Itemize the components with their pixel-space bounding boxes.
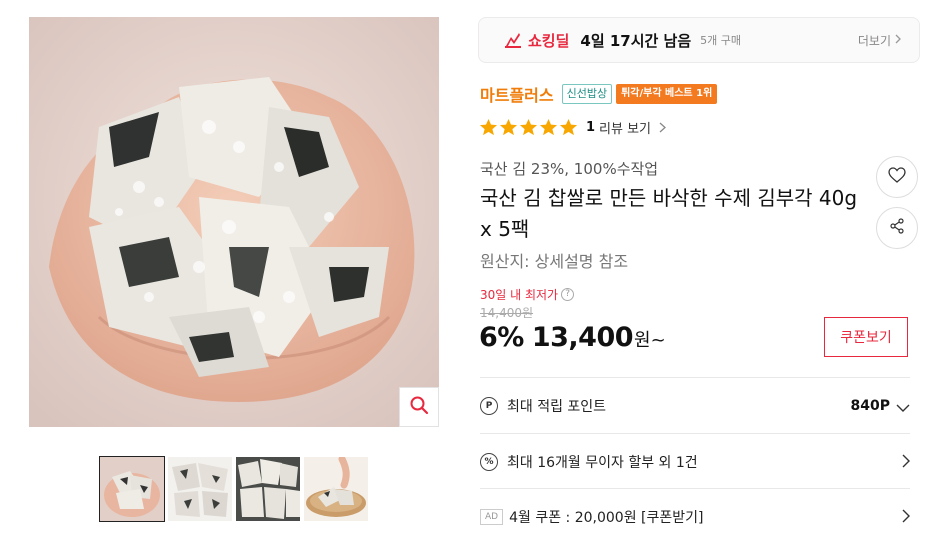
star-rating (479, 118, 578, 137)
deal-brand-label: 쇼킹딜 (528, 31, 570, 50)
chevron-right-icon (902, 508, 910, 527)
product-origin: 원산지: 상세설명 참조 (480, 252, 629, 271)
points-value: 840P (850, 398, 890, 414)
badge-fresh: 신선밥상 (561, 84, 613, 104)
star-icon (539, 118, 558, 136)
deal-buy-count: 5개 구매 (700, 34, 742, 47)
product-subtitle: 국산 김 23%, 100%수작업 (480, 160, 659, 178)
price-unit: 원~ (634, 330, 666, 351)
chevron-right-icon (659, 118, 667, 137)
shocking-deal-bar[interactable]: 쇼킹딜 4일 17시간 남음 5개 구매 더보기 (478, 17, 920, 63)
divider (480, 488, 910, 489)
ad-tag: AD (480, 509, 504, 525)
star-icon (479, 118, 498, 136)
thumbnail-1[interactable] (99, 456, 165, 522)
points-row[interactable]: P 최대 적립 포인트 840P (480, 391, 910, 421)
share-icon (889, 218, 905, 238)
installment-row[interactable]: % 최대 16개월 무이자 할부 외 1건 (480, 447, 910, 477)
thumbnail-3[interactable] (236, 457, 300, 521)
coupon-label: 4월 쿠폰 : 20,000원 [쿠폰받기] (509, 510, 704, 526)
share-button[interactable] (876, 207, 918, 249)
seller-row: 마트플러스 신선밥상 튀각/부각 베스트 1위 (480, 82, 718, 106)
star-icon (559, 118, 578, 136)
seller-name[interactable]: 마트플러스 (480, 82, 554, 106)
lowest-price-label: 30일 내 최저가 (480, 288, 559, 302)
discount-rate: 6% (479, 322, 524, 353)
divider (480, 377, 910, 378)
thumbnail-4[interactable] (304, 457, 368, 521)
review-link-label: 리뷰 보기 (599, 122, 652, 137)
points-label: 최대 적립 포인트 (507, 399, 607, 415)
sale-price: 13,400 (531, 322, 634, 353)
coupon-row[interactable]: AD 4월 쿠폰 : 20,000원 [쿠폰받기] (480, 502, 910, 532)
original-price: 14,400원 (480, 306, 534, 320)
lowest-price-row: 30일 내 최저가 ? (480, 286, 575, 303)
badge-best-rank[interactable]: 튀각/부각 베스트 1위 (616, 84, 718, 104)
installment-label: 최대 16개월 무이자 할부 외 1건 (507, 455, 698, 471)
star-icon (519, 118, 538, 136)
deal-more-link[interactable]: 더보기 (858, 32, 901, 49)
chevron-down-icon (896, 397, 910, 416)
divider (480, 433, 910, 434)
chevron-right-icon (895, 33, 901, 47)
zoom-button[interactable] (399, 387, 439, 427)
price-row: 6% 13,400 원~ (479, 322, 666, 353)
point-icon: P (480, 397, 498, 415)
wishlist-button[interactable] (876, 156, 918, 198)
star-icon (499, 118, 518, 136)
review-count: 1 (586, 120, 596, 135)
percent-icon: % (480, 453, 498, 471)
heart-icon (888, 167, 906, 187)
thumbnail-2[interactable] (168, 457, 232, 521)
magnifier-icon (409, 395, 429, 419)
lightning-icon (503, 31, 523, 49)
help-icon[interactable]: ? (561, 288, 575, 301)
rating-row[interactable]: 1 리뷰 보기 (479, 118, 667, 137)
product-title: 국산 김 찹쌀로 만든 바삭한 수제 김부각 40g x 5팩 (480, 186, 858, 241)
coupon-view-button[interactable]: 쿠폰보기 (824, 317, 908, 357)
product-main-image[interactable] (29, 17, 439, 427)
deal-time-left: 4일 17시간 남음 (580, 31, 692, 50)
deal-more-label: 더보기 (857, 33, 891, 48)
thumbnail-list (99, 456, 368, 522)
chevron-right-icon (902, 453, 910, 472)
